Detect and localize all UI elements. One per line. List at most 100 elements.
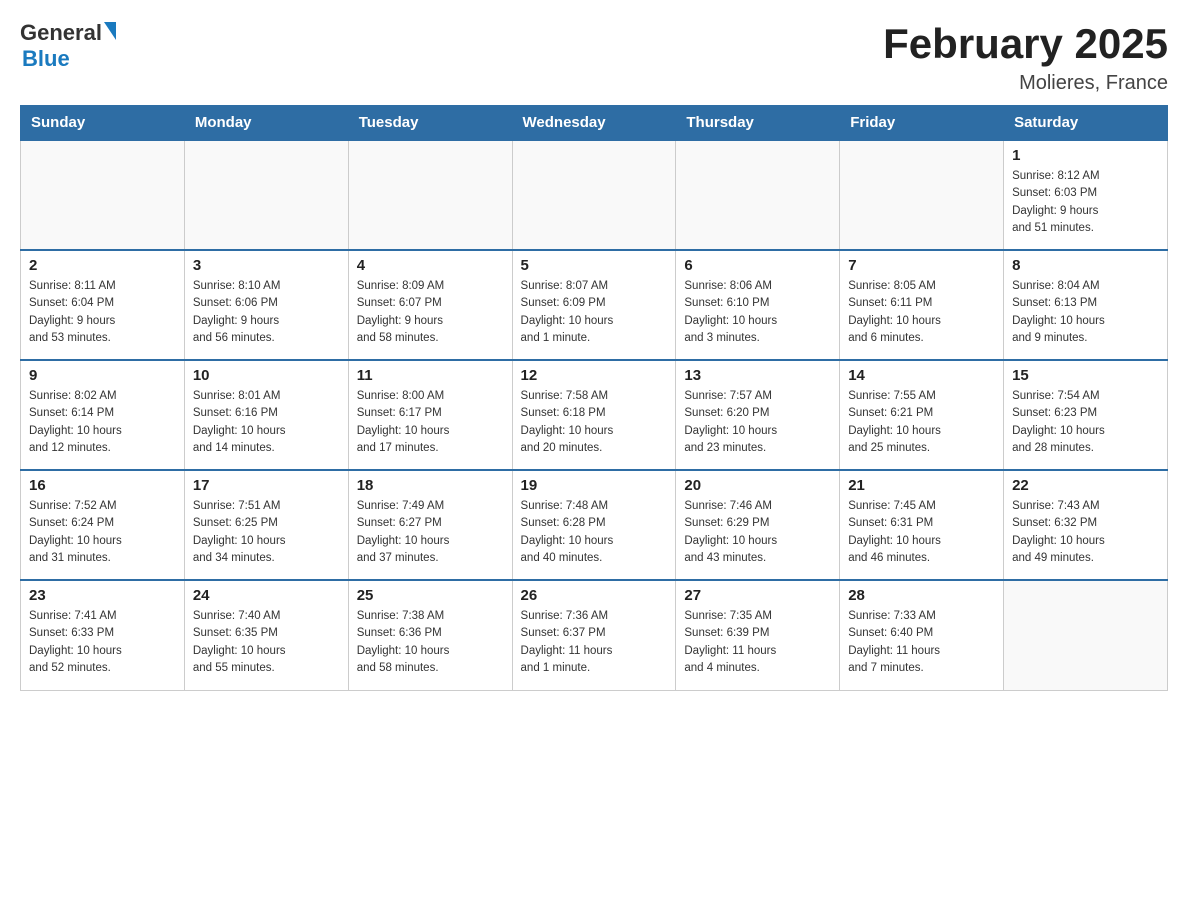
- day-info: Sunrise: 8:07 AM Sunset: 6:09 PM Dayligh…: [521, 278, 668, 347]
- day-info: Sunrise: 8:11 AM Sunset: 6:04 PM Dayligh…: [29, 278, 176, 347]
- day-info: Sunrise: 7:38 AM Sunset: 6:36 PM Dayligh…: [357, 608, 504, 677]
- calendar-subtitle: Molieres, France: [883, 72, 1168, 95]
- title-area: February 2025 Molieres, France: [883, 20, 1168, 95]
- day-cell: 26Sunrise: 7:36 AM Sunset: 6:37 PM Dayli…: [512, 580, 676, 690]
- day-info: Sunrise: 7:55 AM Sunset: 6:21 PM Dayligh…: [848, 388, 995, 457]
- calendar-table: SundayMondayTuesdayWednesdayThursdayFrid…: [20, 105, 1168, 691]
- day-cell: 23 Sunrise: 7:41 AM Sunset: 6:33 PM Dayli…: [21, 580, 185, 690]
- day-cell: [676, 140, 840, 250]
- header-cell-wednesday: Wednesday: [512, 106, 676, 141]
- day-cell: 1 Sunrise: 8:12 AM Sunset: 6:03 PM Daylig…: [1004, 140, 1168, 250]
- day-info: Sunrise: 7:41 AM Sunset: 6:33 PM Dayligh…: [29, 608, 176, 677]
- day-cell: [21, 140, 185, 250]
- day-cell: 28 Sunrise: 7:33 AM Sunset: 6:40 PM Dayli…: [840, 580, 1004, 690]
- day-number: 21: [848, 477, 995, 494]
- header-row: SundayMondayTuesdayWednesdayThursdayFrid…: [21, 106, 1168, 141]
- week-row-5: 23 Sunrise: 7:41 AM Sunset: 6:33 PM Dayli…: [21, 580, 1168, 690]
- day-info: Sunrise: 7:33 AM Sunset: 6:40 PM Dayligh…: [848, 608, 995, 677]
- day-number: 1: [1012, 147, 1159, 164]
- day-number: 19: [521, 477, 668, 494]
- day-number: 28: [848, 587, 995, 604]
- day-info: Sunrise: 8:10 AM Sunset: 6:06 PM Dayligh…: [193, 278, 340, 347]
- day-info: Sunrise: 7:52 AM Sunset: 6:24 PM Dayligh…: [29, 498, 176, 567]
- day-number: 11: [357, 367, 504, 384]
- day-cell: 25 Sunrise: 7:38 AM Sunset: 6:36 PM Dayli…: [348, 580, 512, 690]
- day-cell: [512, 140, 676, 250]
- day-cell: 11 Sunrise: 8:00 AM Sunset: 6:17 PM Dayli…: [348, 360, 512, 470]
- day-number: 25: [357, 587, 504, 604]
- day-cell: 17 Sunrise: 7:51 AM Sunset: 6:25 PM Dayli…: [184, 470, 348, 580]
- day-number: 18: [357, 477, 504, 494]
- day-info: Sunrise: 8:05 AM Sunset: 6:11 PM Dayligh…: [848, 278, 995, 347]
- day-cell: 6Sunrise: 8:06 AM Sunset: 6:10 PM Daylig…: [676, 250, 840, 360]
- page-header: General Blue February 2025 Molieres, Fra…: [20, 20, 1168, 95]
- week-row-3: 9Sunrise: 8:02 AM Sunset: 6:14 PM Daylig…: [21, 360, 1168, 470]
- day-info: Sunrise: 7:45 AM Sunset: 6:31 PM Dayligh…: [848, 498, 995, 567]
- day-number: 8: [1012, 257, 1159, 274]
- header-cell-monday: Monday: [184, 106, 348, 141]
- day-info: Sunrise: 7:58 AM Sunset: 6:18 PM Dayligh…: [521, 388, 668, 457]
- day-cell: [184, 140, 348, 250]
- day-number: 24: [193, 587, 340, 604]
- day-cell: 8 Sunrise: 8:04 AM Sunset: 6:13 PM Daylig…: [1004, 250, 1168, 360]
- day-number: 4: [357, 257, 504, 274]
- day-cell: 5 Sunrise: 8:07 AM Sunset: 6:09 PM Daylig…: [512, 250, 676, 360]
- day-info: Sunrise: 8:02 AM Sunset: 6:14 PM Dayligh…: [29, 388, 176, 457]
- logo-blue: Blue: [22, 46, 70, 72]
- day-cell: 7Sunrise: 8:05 AM Sunset: 6:11 PM Daylig…: [840, 250, 1004, 360]
- day-number: 22: [1012, 477, 1159, 494]
- day-cell: 15 Sunrise: 7:54 AM Sunset: 6:23 PM Dayli…: [1004, 360, 1168, 470]
- day-info: Sunrise: 8:01 AM Sunset: 6:16 PM Dayligh…: [193, 388, 340, 457]
- day-info: Sunrise: 8:12 AM Sunset: 6:03 PM Dayligh…: [1012, 168, 1159, 237]
- header-cell-saturday: Saturday: [1004, 106, 1168, 141]
- day-cell: 2 Sunrise: 8:11 AM Sunset: 6:04 PM Daylig…: [21, 250, 185, 360]
- day-number: 12: [521, 367, 668, 384]
- day-number: 27: [684, 587, 831, 604]
- day-number: 6: [684, 257, 831, 274]
- day-info: Sunrise: 7:49 AM Sunset: 6:27 PM Dayligh…: [357, 498, 504, 567]
- day-number: 16: [29, 477, 176, 494]
- header-cell-thursday: Thursday: [676, 106, 840, 141]
- day-info: Sunrise: 7:46 AM Sunset: 6:29 PM Dayligh…: [684, 498, 831, 567]
- day-cell: 18 Sunrise: 7:49 AM Sunset: 6:27 PM Dayli…: [348, 470, 512, 580]
- day-info: Sunrise: 7:54 AM Sunset: 6:23 PM Dayligh…: [1012, 388, 1159, 457]
- day-cell: 4 Sunrise: 8:09 AM Sunset: 6:07 PM Daylig…: [348, 250, 512, 360]
- day-cell: [840, 140, 1004, 250]
- day-info: Sunrise: 7:40 AM Sunset: 6:35 PM Dayligh…: [193, 608, 340, 677]
- day-number: 14: [848, 367, 995, 384]
- logo: General Blue: [20, 20, 116, 72]
- day-cell: [348, 140, 512, 250]
- day-info: Sunrise: 8:00 AM Sunset: 6:17 PM Dayligh…: [357, 388, 504, 457]
- day-number: 17: [193, 477, 340, 494]
- day-number: 5: [521, 257, 668, 274]
- day-cell: 10 Sunrise: 8:01 AM Sunset: 6:16 PM Dayli…: [184, 360, 348, 470]
- day-cell: 12 Sunrise: 7:58 AM Sunset: 6:18 PM Dayli…: [512, 360, 676, 470]
- logo-arrow-icon: [104, 22, 116, 40]
- day-info: Sunrise: 8:09 AM Sunset: 6:07 PM Dayligh…: [357, 278, 504, 347]
- day-cell: 24 Sunrise: 7:40 AM Sunset: 6:35 PM Dayli…: [184, 580, 348, 690]
- day-cell: 20 Sunrise: 7:46 AM Sunset: 6:29 PM Dayli…: [676, 470, 840, 580]
- day-number: 10: [193, 367, 340, 384]
- day-number: 3: [193, 257, 340, 274]
- day-number: 23: [29, 587, 176, 604]
- calendar-title: February 2025: [883, 20, 1168, 68]
- day-number: 20: [684, 477, 831, 494]
- header-cell-tuesday: Tuesday: [348, 106, 512, 141]
- header-cell-friday: Friday: [840, 106, 1004, 141]
- day-number: 13: [684, 367, 831, 384]
- calendar-body: 1 Sunrise: 8:12 AM Sunset: 6:03 PM Daylig…: [21, 140, 1168, 690]
- day-info: Sunrise: 7:51 AM Sunset: 6:25 PM Dayligh…: [193, 498, 340, 567]
- day-number: 2: [29, 257, 176, 274]
- week-row-4: 16 Sunrise: 7:52 AM Sunset: 6:24 PM Dayli…: [21, 470, 1168, 580]
- day-cell: [1004, 580, 1168, 690]
- day-cell: 16 Sunrise: 7:52 AM Sunset: 6:24 PM Dayli…: [21, 470, 185, 580]
- day-info: Sunrise: 7:35 AM Sunset: 6:39 PM Dayligh…: [684, 608, 831, 677]
- day-number: 15: [1012, 367, 1159, 384]
- day-cell: 19 Sunrise: 7:48 AM Sunset: 6:28 PM Dayli…: [512, 470, 676, 580]
- day-info: Sunrise: 7:48 AM Sunset: 6:28 PM Dayligh…: [521, 498, 668, 567]
- day-info: Sunrise: 8:04 AM Sunset: 6:13 PM Dayligh…: [1012, 278, 1159, 347]
- day-number: 26: [521, 587, 668, 604]
- day-info: Sunrise: 7:43 AM Sunset: 6:32 PM Dayligh…: [1012, 498, 1159, 567]
- week-row-1: 1 Sunrise: 8:12 AM Sunset: 6:03 PM Daylig…: [21, 140, 1168, 250]
- logo-text: General: [20, 20, 116, 46]
